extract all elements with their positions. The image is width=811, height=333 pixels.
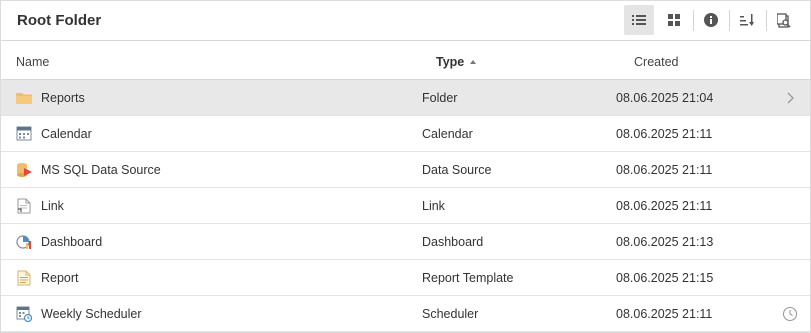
sort-button[interactable] bbox=[732, 5, 762, 35]
item-type: Data Source bbox=[422, 163, 492, 177]
info-button[interactable] bbox=[696, 5, 726, 35]
item-name: Reports bbox=[41, 91, 85, 105]
data-source-icon bbox=[16, 162, 32, 178]
item-name: MS SQL Data Source bbox=[41, 163, 161, 177]
item-created: 08.06.2025 21:11 bbox=[616, 199, 713, 213]
calendar-icon bbox=[16, 126, 32, 142]
sort-icon bbox=[740, 13, 754, 27]
list-view-icon bbox=[632, 14, 646, 26]
item-type: Scheduler bbox=[422, 307, 479, 321]
sort-ascending-icon bbox=[470, 60, 477, 64]
toolbar-divider bbox=[729, 10, 730, 31]
folder-icon bbox=[16, 90, 32, 106]
item-created: 08.06.2025 21:15 bbox=[616, 271, 714, 285]
list-item[interactable]: MS SQL Data Source Data Source 08.06.202… bbox=[1, 152, 810, 188]
search-in-folder-icon bbox=[777, 12, 791, 28]
link-icon bbox=[16, 198, 32, 214]
item-created: 08.06.2025 21:11 bbox=[616, 163, 713, 177]
column-header-row: Name Type Created bbox=[1, 41, 810, 80]
item-created: 08.06.2025 21:04 bbox=[616, 91, 714, 105]
item-type: Calendar bbox=[422, 127, 473, 141]
item-name: Dashboard bbox=[41, 235, 103, 249]
file-list: Reports Folder 08.06.2025 21:04 Calendar… bbox=[1, 80, 810, 332]
list-item[interactable]: Calendar Calendar 08.06.2025 21:11 bbox=[1, 116, 810, 152]
column-header-name[interactable]: Name bbox=[16, 55, 49, 69]
list-item[interactable]: Weekly Scheduler Scheduler 08.06.2025 21… bbox=[1, 296, 810, 332]
item-created: 08.06.2025 21:11 bbox=[616, 127, 713, 141]
item-type: Folder bbox=[422, 91, 458, 105]
list-item[interactable]: Report Report Template 08.06.2025 21:15 bbox=[1, 260, 810, 296]
list-item[interactable]: Reports Folder 08.06.2025 21:04 bbox=[1, 80, 810, 116]
grid-view-button[interactable] bbox=[659, 5, 689, 35]
info-icon bbox=[704, 13, 718, 27]
toolbar-divider bbox=[693, 10, 694, 31]
toolbar bbox=[624, 5, 810, 37]
item-name: Weekly Scheduler bbox=[41, 307, 142, 321]
clock-icon[interactable] bbox=[782, 306, 798, 322]
dashboard-icon bbox=[16, 234, 32, 250]
item-name: Link bbox=[41, 199, 64, 213]
toolbar-divider bbox=[766, 10, 767, 31]
scheduler-icon bbox=[16, 306, 32, 322]
report-icon bbox=[16, 270, 32, 286]
item-created: 08.06.2025 21:13 bbox=[616, 235, 714, 249]
list-item[interactable]: Dashboard Dashboard 08.06.2025 21:13 bbox=[1, 224, 810, 260]
column-header-type-label: Type bbox=[436, 55, 465, 69]
item-created: 08.06.2025 21:11 bbox=[616, 307, 713, 321]
item-name: Calendar bbox=[41, 127, 92, 141]
list-item[interactable]: Link Link 08.06.2025 21:11 bbox=[1, 188, 810, 224]
column-header-created[interactable]: Created bbox=[634, 55, 678, 69]
column-header-type[interactable]: Type bbox=[436, 55, 477, 69]
folder-panel: Root Folder Name Type Created Reports Fo… bbox=[0, 0, 811, 333]
search-in-folder-button[interactable] bbox=[769, 5, 799, 35]
chevron-right-icon[interactable] bbox=[782, 90, 798, 106]
list-view-button[interactable] bbox=[624, 5, 654, 35]
item-type: Link bbox=[422, 199, 445, 213]
item-type: Report Template bbox=[422, 271, 514, 285]
grid-view-icon bbox=[668, 14, 680, 26]
page-title: Root Folder bbox=[17, 12, 102, 29]
item-name: Report bbox=[41, 271, 79, 285]
panel-header: Root Folder bbox=[1, 1, 810, 41]
item-type: Dashboard bbox=[422, 235, 484, 249]
